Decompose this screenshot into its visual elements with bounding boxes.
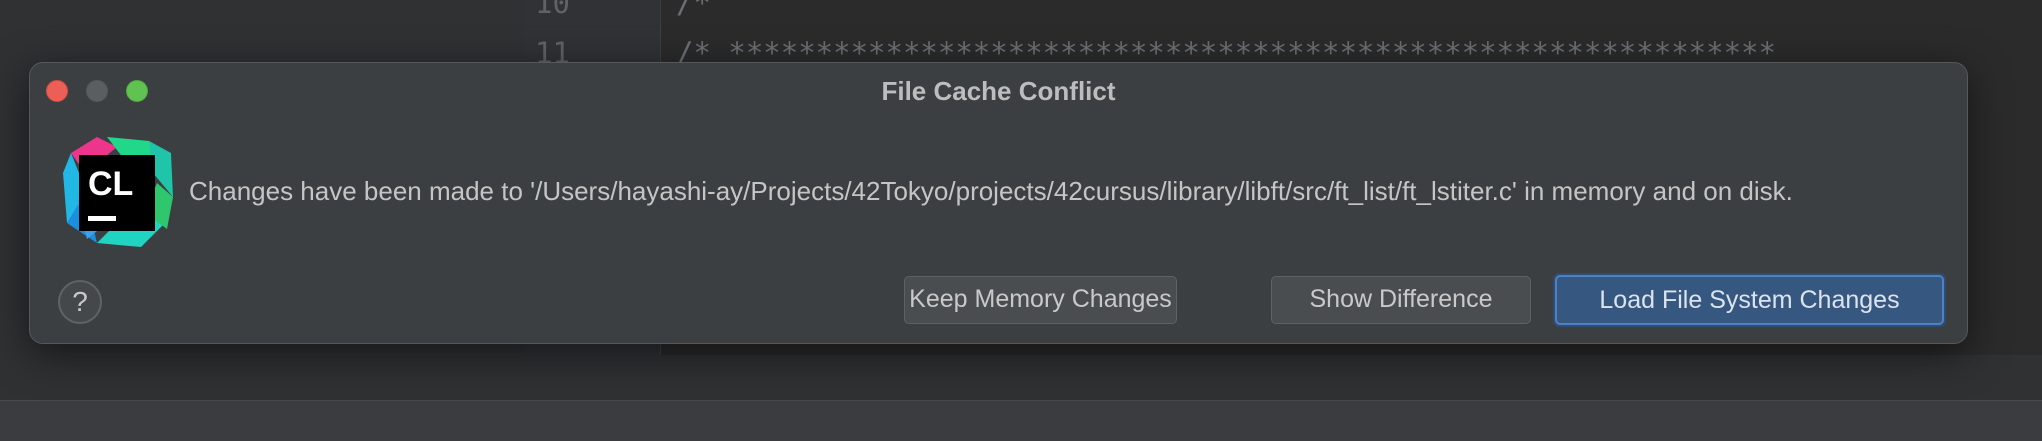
clion-logo-icon: CL [63, 137, 173, 247]
file-cache-conflict-dialog: File Cache Conflict CL Changes have been… [29, 62, 1968, 344]
line-number: 10 [535, 0, 570, 20]
show-difference-button[interactable]: Show Difference [1271, 276, 1531, 324]
load-file-system-changes-button[interactable]: Load File System Changes [1555, 275, 1944, 325]
editor-bottom-area [524, 355, 2042, 400]
status-bar [0, 400, 2042, 441]
help-button[interactable]: ? [58, 280, 102, 324]
svg-text:CL: CL [88, 165, 133, 203]
keep-memory-changes-button[interactable]: Keep Memory Changes [904, 276, 1177, 324]
dialog-title: File Cache Conflict [881, 76, 1116, 106]
code-line[interactable]: /* [676, 0, 711, 20]
conflict-message: Changes have been made to '/Users/hayash… [189, 176, 1793, 206]
